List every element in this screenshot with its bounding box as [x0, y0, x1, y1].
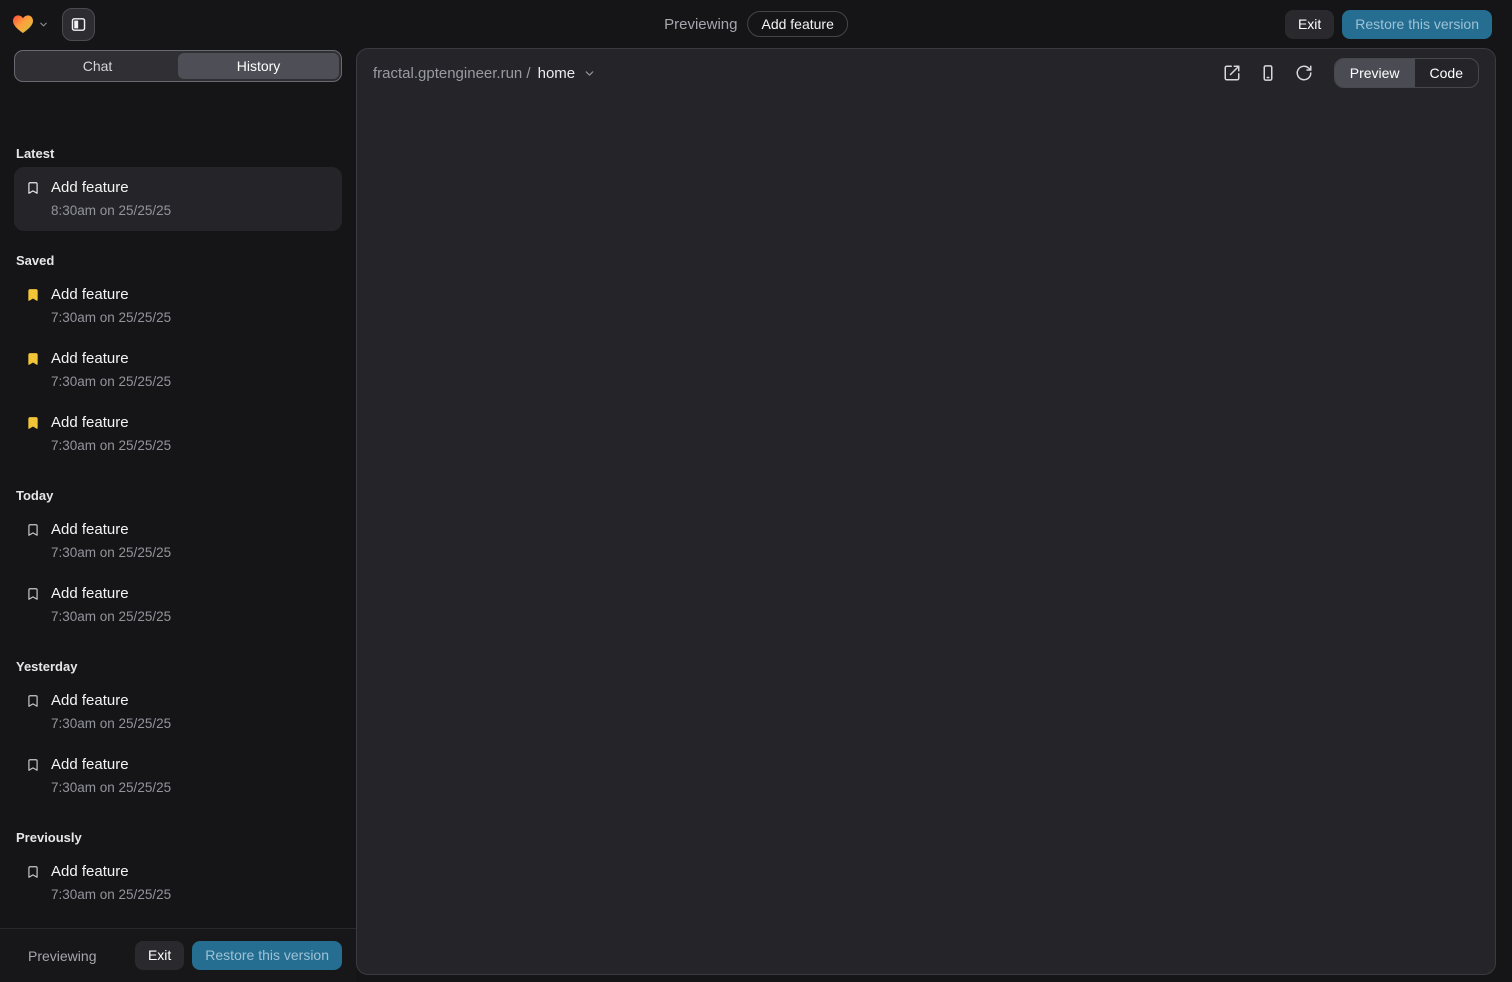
history-item-time: 7:30am on 25/25/25: [51, 372, 171, 392]
bookmark-outline-icon: [26, 861, 40, 880]
bookmark-outline-icon: [26, 519, 40, 538]
footer-previewing-label: Previewing: [28, 948, 96, 964]
bookmark-filled-icon: [26, 348, 40, 367]
history-item[interactable]: Add feature 7:30am on 25/25/25: [14, 338, 342, 402]
refresh-icon: [1295, 64, 1313, 82]
preview-url-page: home: [538, 65, 576, 82]
lovable-heart-logo-icon: [12, 14, 34, 34]
exit-button[interactable]: Exit: [1285, 10, 1334, 39]
section-label-today: Today: [16, 488, 340, 503]
history-item-time: 7:30am on 25/25/25: [51, 543, 171, 563]
history-item-title: Add feature: [51, 348, 171, 369]
refresh-button[interactable]: [1290, 59, 1318, 87]
panel-left-icon: [70, 16, 87, 33]
history-item-title: Add feature: [51, 284, 171, 305]
history-list: Latest Add feature 8:30am on 25/25/25 Sa…: [0, 134, 356, 928]
bookmark-outline-icon: [26, 690, 40, 709]
history-item-title: Add feature: [51, 861, 171, 882]
preview-url-selector[interactable]: fractal.gptengineer.run / home: [373, 65, 596, 82]
history-item[interactable]: Add feature 7:30am on 25/25/25: [14, 274, 342, 338]
history-item[interactable]: Add feature 7:30am on 25/25/25: [14, 744, 342, 808]
open-external-icon: [1223, 64, 1241, 82]
sidebar-toggle-button[interactable]: [62, 8, 95, 41]
history-item[interactable]: Add feature 7:30am on 25/25/25: [14, 509, 342, 573]
bookmark-filled-icon: [26, 284, 40, 303]
footer-restore-version-button[interactable]: Restore this version: [192, 941, 342, 970]
sidebar: Chat History Latest Add feature 8:30am o…: [0, 48, 356, 982]
preview-panel: fractal.gptengineer.run / home: [356, 48, 1496, 975]
history-item-time: 7:30am on 25/25/25: [51, 885, 171, 905]
history-item-time: 7:30am on 25/25/25: [51, 607, 171, 627]
preview-header: fractal.gptengineer.run / home: [357, 49, 1495, 97]
logo-chevron-down-icon: [38, 19, 49, 30]
top-bar: Previewing Add feature Exit Restore this…: [0, 0, 1512, 48]
tab-history[interactable]: History: [178, 53, 339, 79]
history-item-title: Add feature: [51, 519, 171, 540]
history-item-title: Add feature: [51, 583, 171, 604]
history-item-title: Add feature: [51, 177, 171, 198]
previewing-status-label: Previewing: [664, 16, 737, 33]
section-label-yesterday: Yesterday: [16, 659, 340, 674]
history-item[interactable]: Add feature 7:30am on 25/25/25: [14, 680, 342, 744]
bookmark-filled-icon: [26, 412, 40, 431]
history-item-title: Add feature: [51, 754, 171, 775]
mobile-preview-icon: [1259, 64, 1277, 82]
history-item-time: 7:30am on 25/25/25: [51, 436, 171, 456]
url-chevron-down-icon: [583, 67, 596, 80]
history-item[interactable]: Add feature 7:30am on 25/25/25: [14, 573, 342, 637]
history-item[interactable]: Add feature 7:30am on 25/25/25: [14, 915, 342, 928]
sidebar-tab-group: Chat History: [14, 50, 342, 82]
history-item-time: 8:30am on 25/25/25: [51, 201, 171, 221]
history-item[interactable]: Add feature 7:30am on 25/25/25: [14, 851, 342, 915]
mobile-preview-button[interactable]: [1254, 59, 1282, 87]
view-tab-preview[interactable]: Preview: [1335, 59, 1415, 87]
history-item[interactable]: Add feature 7:30am on 25/25/25: [14, 402, 342, 466]
history-item-time: 7:30am on 25/25/25: [51, 714, 171, 734]
footer-exit-button[interactable]: Exit: [135, 941, 184, 970]
section-label-saved: Saved: [16, 253, 340, 268]
version-name-pill[interactable]: Add feature: [747, 11, 847, 37]
tab-chat[interactable]: Chat: [17, 53, 178, 79]
preview-url-prefix: fractal.gptengineer.run /: [373, 65, 531, 82]
history-item-time: 7:30am on 25/25/25: [51, 778, 171, 798]
history-item-time: 7:30am on 25/25/25: [51, 308, 171, 328]
bookmark-outline-icon: [26, 754, 40, 773]
view-mode-toggle: Preview Code: [1334, 58, 1479, 88]
history-item-title: Add feature: [51, 690, 171, 711]
preview-viewport[interactable]: [357, 97, 1495, 974]
history-item-latest[interactable]: Add feature 8:30am on 25/25/25: [14, 167, 342, 231]
section-label-latest: Latest: [16, 146, 340, 161]
open-external-button[interactable]: [1218, 59, 1246, 87]
view-tab-code[interactable]: Code: [1415, 59, 1478, 87]
app-logo-menu[interactable]: [12, 14, 49, 34]
section-label-previously: Previously: [16, 830, 340, 845]
bookmark-outline-icon: [26, 177, 40, 196]
history-item-title: Add feature: [51, 412, 171, 433]
bookmark-outline-icon: [26, 583, 40, 602]
restore-version-button[interactable]: Restore this version: [1342, 10, 1492, 39]
sidebar-footer: Previewing Exit Restore this version: [0, 928, 356, 982]
